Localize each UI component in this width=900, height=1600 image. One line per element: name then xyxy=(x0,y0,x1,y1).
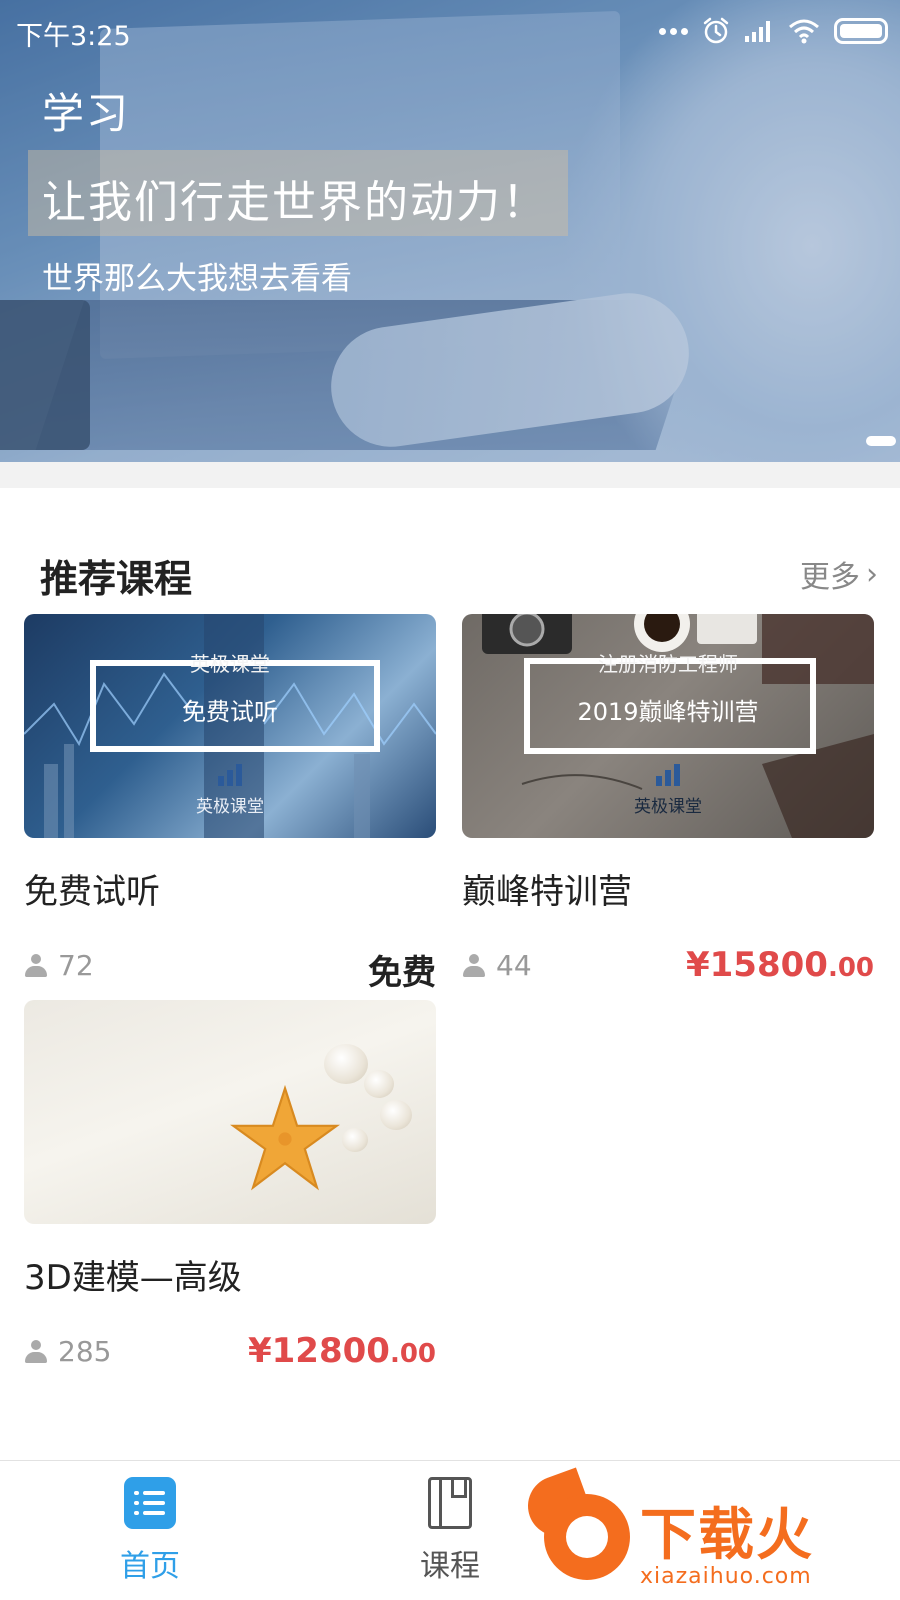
tab-home-label: 首页 xyxy=(120,1549,180,1584)
section-divider xyxy=(0,462,900,488)
wifi-icon xyxy=(789,19,819,44)
course-card[interactable]: 英极课堂 免费试听 英极课堂 免费试听 72 免费 xyxy=(24,614,436,993)
course-thumbnail: 注册消防工程师 2019巅峰特训营 英极课堂 xyxy=(462,614,874,838)
status-icons xyxy=(659,14,888,48)
shell-graphic xyxy=(380,1100,412,1130)
thumbnail-caption: 英极课堂 xyxy=(190,652,270,676)
price-value: ¥12800 xyxy=(247,1331,390,1371)
battery-icon xyxy=(834,18,888,44)
thumbnail-caption: 注册消防工程师 xyxy=(598,652,738,676)
signal-icon xyxy=(745,21,770,42)
status-time: 下午3:25 xyxy=(16,21,131,52)
learner-count-value: 72 xyxy=(58,949,94,982)
learner-count-value: 44 xyxy=(496,949,532,982)
price-value: 免费 xyxy=(368,953,436,993)
brand-logo-icon xyxy=(654,764,682,786)
course-thumbnail: 英极课堂 免费试听 英极课堂 xyxy=(24,614,436,838)
person-icon xyxy=(24,953,48,978)
person-icon xyxy=(462,953,486,978)
course-price: ¥15800.00 xyxy=(686,945,874,985)
tab-courses-label: 课程 xyxy=(420,1549,480,1584)
learner-count: 72 xyxy=(24,949,94,982)
alarm-icon xyxy=(703,17,729,44)
more-link-label: 更多 xyxy=(800,560,860,595)
status-bar: 下午3:25 xyxy=(0,0,900,62)
course-title: 免费试听 xyxy=(24,872,160,912)
shell-graphic xyxy=(364,1070,394,1098)
more-link[interactable]: 更多 › xyxy=(800,552,878,596)
price-cents: .00 xyxy=(827,953,874,983)
tab-home[interactable]: 首页 xyxy=(70,1477,230,1585)
more-dots-icon xyxy=(659,27,688,35)
section-title: 推荐课程 xyxy=(40,557,193,601)
course-meta: 44 ¥15800.00 xyxy=(462,945,874,985)
learner-count: 44 xyxy=(462,949,532,982)
course-title: 巅峰特训营 xyxy=(462,872,632,912)
shell-graphic xyxy=(324,1044,368,1084)
thumbnail-brand-text: 英极课堂 xyxy=(196,797,264,817)
learner-count-value: 285 xyxy=(58,1335,112,1368)
course-meta: 285 ¥12800.00 xyxy=(24,1331,436,1371)
course-card[interactable]: 注册消防工程师 2019巅峰特训营 英极课堂 巅峰特训营 44 ¥15800.0… xyxy=(462,614,874,985)
banner-title: 学习 xyxy=(42,89,131,138)
list-icon xyxy=(124,1477,176,1529)
course-price: ¥12800.00 xyxy=(248,1331,436,1371)
course-title: 3D建模—高级 xyxy=(24,1258,242,1298)
brand-logo-icon xyxy=(216,764,244,786)
learner-count: 285 xyxy=(24,1335,111,1368)
course-price: 免费 xyxy=(368,945,436,994)
tab-courses[interactable]: 课程 xyxy=(370,1477,530,1585)
course-card[interactable]: 3D建模—高级 285 ¥12800.00 xyxy=(24,1000,436,1371)
watermark-url: xiazaihuo.com xyxy=(640,1564,812,1589)
site-watermark: 下载火 xiazaihuo.com xyxy=(519,1467,900,1600)
watermark-text: 下载火 xyxy=(640,1503,814,1568)
thumbnail-brand-text: 英极课堂 xyxy=(634,797,702,817)
thumbnail-title: 2019巅峰特训营 xyxy=(577,698,759,726)
banner-subtitle: 世界那么大我想去看看 xyxy=(42,261,352,297)
person-icon xyxy=(24,1339,48,1364)
download-logo-icon xyxy=(544,1494,630,1580)
starfish-graphic xyxy=(230,1084,340,1191)
course-meta: 72 免费 xyxy=(24,945,436,993)
chevron-right-icon: › xyxy=(866,556,878,592)
banner-headline: 让我们行走世界的动力！ xyxy=(42,177,548,228)
price-cents: .00 xyxy=(389,1339,436,1369)
hero-banner[interactable]: 学习 让我们行走世界的动力！ 世界那么大我想去看看 xyxy=(0,0,900,462)
price-value: ¥15800 xyxy=(685,945,828,985)
banner-pager-indicator[interactable] xyxy=(866,436,896,446)
thumbnail-title: 免费试听 xyxy=(182,698,278,726)
shell-graphic xyxy=(342,1128,368,1152)
book-icon xyxy=(428,1477,472,1529)
course-thumbnail xyxy=(24,1000,436,1224)
